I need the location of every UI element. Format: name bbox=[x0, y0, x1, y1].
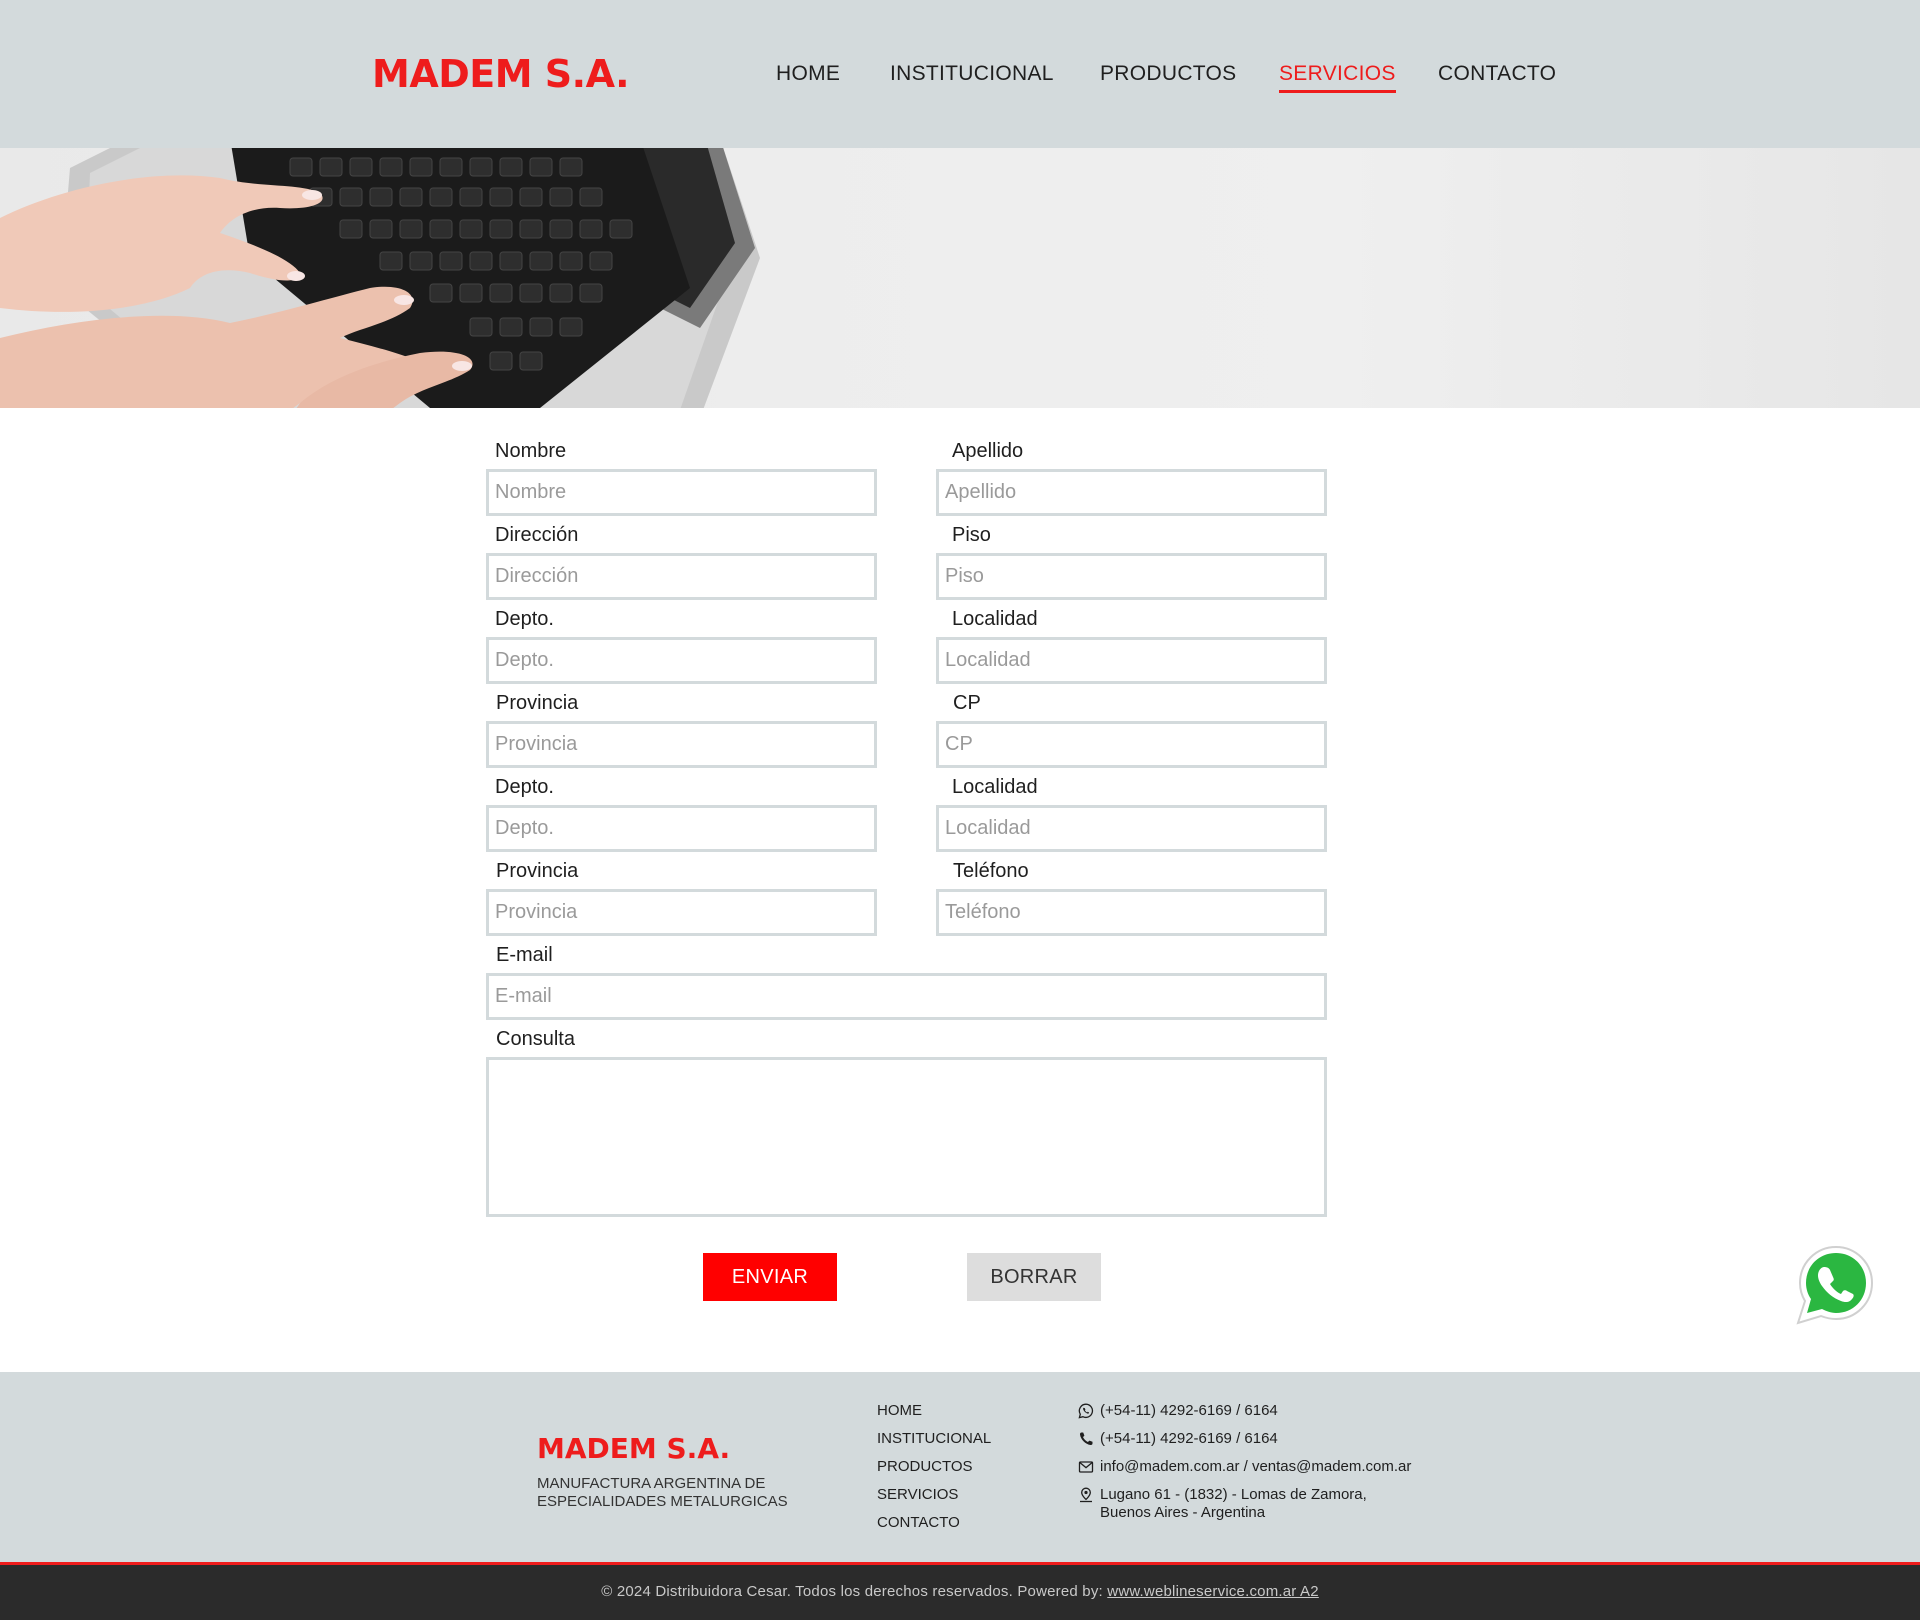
label-depto-2: Depto. bbox=[495, 776, 554, 798]
footer-address-line2: Buenos Aires - Argentina bbox=[1100, 1504, 1266, 1521]
site-logo[interactable]: MADEM S.A. bbox=[372, 52, 630, 96]
powered-by-link[interactable]: www.weblineservice.com.ar A2 bbox=[1107, 1583, 1319, 1600]
enviar-button[interactable]: ENVIAR bbox=[703, 1253, 837, 1301]
label-localidad-2: Localidad bbox=[952, 776, 1038, 798]
location-icon bbox=[1078, 1486, 1100, 1504]
label-direccion: Dirección bbox=[495, 524, 579, 546]
copyright-bar: © 2024 Distribuidora Cesar. Todos los de… bbox=[0, 1565, 1920, 1620]
footer-nav: HOME INSTITUCIONAL PRODUCTOS SERVICIOS C… bbox=[877, 1402, 991, 1542]
footer-link-institucional[interactable]: INSTITUCIONAL bbox=[877, 1430, 991, 1458]
label-nombre: Nombre bbox=[495, 440, 567, 462]
label-piso: Piso bbox=[952, 524, 991, 546]
footer-phone-text: (+54-11) 4292-6169 / 6164 bbox=[1100, 1430, 1278, 1447]
nav-institucional[interactable]: INSTITUCIONAL bbox=[890, 62, 1054, 86]
footer-tagline: MANUFACTURA ARGENTINA DE ESPECIALIDADES … bbox=[537, 1475, 788, 1510]
nav-servicios[interactable]: SERVICIOS bbox=[1279, 62, 1396, 93]
footer-email-text: info@madem.com.ar / ventas@madem.com.ar bbox=[1100, 1458, 1412, 1475]
consulta-textarea[interactable] bbox=[486, 1057, 1327, 1217]
label-provincia-2: Provincia bbox=[496, 860, 579, 882]
label-depto: Depto. bbox=[495, 608, 554, 630]
hero-banner bbox=[0, 148, 1920, 408]
footer-address-text: Lugano 61 - (1832) - Lomas de Zamora, Bu… bbox=[1100, 1486, 1367, 1522]
footer-whatsapp[interactable]: (+54-11) 4292-6169 / 6164 bbox=[1078, 1402, 1411, 1430]
email-input[interactable] bbox=[486, 973, 1327, 1020]
whatsapp-icon bbox=[1078, 1402, 1100, 1420]
contact-form: Nombre Apellido Dirección Piso Depto. Lo… bbox=[0, 408, 1920, 1372]
label-consulta: Consulta bbox=[496, 1028, 575, 1050]
label-cp: CP bbox=[953, 692, 981, 714]
whatsapp-float-icon bbox=[1796, 1245, 1874, 1325]
label-localidad: Localidad bbox=[952, 608, 1038, 630]
nombre-input[interactable] bbox=[486, 469, 877, 516]
piso-input[interactable] bbox=[936, 553, 1327, 600]
label-apellido: Apellido bbox=[952, 440, 1024, 462]
borrar-button[interactable]: BORRAR bbox=[967, 1253, 1101, 1301]
footer-phone[interactable]: (+54-11) 4292-6169 / 6164 bbox=[1078, 1430, 1411, 1458]
footer-address-line1: Lugano 61 - (1832) - Lomas de Zamora, bbox=[1100, 1486, 1367, 1503]
copyright-text: © 2024 Distribuidora Cesar. Todos los de… bbox=[0, 1583, 1920, 1600]
label-email: E-mail bbox=[496, 944, 553, 966]
label-telefono: Teléfono bbox=[953, 860, 1029, 882]
whatsapp-float-button[interactable] bbox=[1794, 1243, 1878, 1327]
footer-logo[interactable]: MADEM S.A. bbox=[537, 1432, 730, 1465]
phone-icon bbox=[1078, 1430, 1100, 1448]
cp-input[interactable] bbox=[936, 721, 1327, 768]
site-footer: MADEM S.A. MANUFACTURA ARGENTINA DE ESPE… bbox=[0, 1372, 1920, 1562]
telefono-input[interactable] bbox=[936, 889, 1327, 936]
footer-link-contacto[interactable]: CONTACTO bbox=[877, 1514, 991, 1542]
footer-whatsapp-text: (+54-11) 4292-6169 / 6164 bbox=[1100, 1402, 1278, 1419]
provincia-input-2[interactable] bbox=[486, 889, 877, 936]
footer-link-productos[interactable]: PRODUCTOS bbox=[877, 1458, 991, 1486]
localidad-input-2[interactable] bbox=[936, 805, 1327, 852]
copyright-label: © 2024 Distribuidora Cesar. Todos los de… bbox=[601, 1583, 1108, 1600]
laptop-hands-image bbox=[0, 148, 760, 408]
nav-contacto[interactable]: CONTACTO bbox=[1438, 62, 1556, 86]
localidad-input[interactable] bbox=[936, 637, 1327, 684]
label-provincia: Provincia bbox=[496, 692, 579, 714]
mail-icon bbox=[1078, 1458, 1100, 1476]
nav-home[interactable]: HOME bbox=[776, 62, 840, 86]
footer-link-servicios[interactable]: SERVICIOS bbox=[877, 1486, 991, 1514]
depto-input-2[interactable] bbox=[486, 805, 877, 852]
site-header: MADEM S.A. HOME INSTITUCIONAL PRODUCTOS … bbox=[0, 0, 1920, 148]
provincia-input[interactable] bbox=[486, 721, 877, 768]
footer-link-home[interactable]: HOME bbox=[877, 1402, 991, 1430]
apellido-input[interactable] bbox=[936, 469, 1327, 516]
nav-productos[interactable]: PRODUCTOS bbox=[1100, 62, 1237, 86]
footer-address: Lugano 61 - (1832) - Lomas de Zamora, Bu… bbox=[1078, 1486, 1411, 1526]
depto-input[interactable] bbox=[486, 637, 877, 684]
footer-contact: (+54-11) 4292-6169 / 6164 (+54-11) 4292-… bbox=[1078, 1402, 1411, 1526]
footer-email[interactable]: info@madem.com.ar / ventas@madem.com.ar bbox=[1078, 1458, 1411, 1486]
direccion-input[interactable] bbox=[486, 553, 877, 600]
